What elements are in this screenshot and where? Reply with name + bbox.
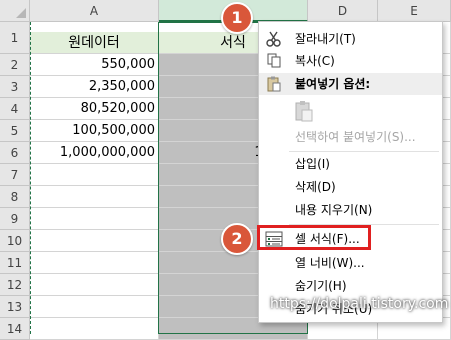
row-header[interactable]: 8 <box>0 186 30 208</box>
column-header-d[interactable]: D <box>308 0 378 22</box>
empty-cell[interactable] <box>30 274 159 296</box>
menu-item-column-width[interactable]: 열 너비(W)... <box>259 252 442 274</box>
menu-label-insert: 삽입(I) <box>295 157 330 171</box>
step-badge-2: 2 <box>221 223 253 255</box>
row-header[interactable]: 5 <box>0 120 30 142</box>
menu-label-delete: 삭제(D) <box>295 180 336 194</box>
menu-section-paste-options: 붙여넣기 옵션: <box>259 73 442 95</box>
menu-label-paste-options: 붙여넣기 옵션: <box>295 77 371 91</box>
empty-cell[interactable] <box>30 208 159 230</box>
format-cells-highlight-box <box>257 225 371 250</box>
cell-a5[interactable]: 100,500,000 <box>30 120 159 142</box>
watermark-text: https://dolpali.tistory.com <box>270 296 449 312</box>
empty-cell[interactable] <box>30 318 159 340</box>
row-header[interactable]: 13 <box>0 296 30 318</box>
row-header[interactable]: 4 <box>0 98 30 120</box>
empty-cell[interactable] <box>30 164 159 186</box>
step-badge-1: 1 <box>221 2 253 34</box>
clipboard-paste-icon <box>293 100 315 122</box>
context-menu: 잘라내기(T) 복사(C) 붙여넣기 옵션: 선택하여 붙여넣기(S)... 삽… <box>258 21 443 323</box>
empty-cell[interactable] <box>30 230 159 252</box>
menu-item-hide[interactable]: 숨기기(H) <box>259 275 442 297</box>
menu-label-copy: 복사(C) <box>295 54 335 68</box>
cell-a6[interactable]: 1,000,000,000 <box>30 142 159 164</box>
menu-label-paste-special: 선택하여 붙여넣기(S)... <box>295 130 416 144</box>
empty-cell[interactable] <box>30 186 159 208</box>
column-header-e[interactable]: E <box>378 0 451 22</box>
row-header[interactable]: 2 <box>0 54 30 76</box>
empty-cell[interactable] <box>30 252 159 274</box>
row-header[interactable]: 3 <box>0 76 30 98</box>
menu-item-delete[interactable]: 삭제(D) <box>259 176 442 198</box>
menu-item-insert[interactable]: 삽입(I) <box>259 153 442 175</box>
cell-a3[interactable]: 2,350,000 <box>30 76 159 98</box>
row-header[interactable]: 14 <box>0 318 30 340</box>
menu-item-cut[interactable]: 잘라내기(T) <box>259 28 442 50</box>
row-header[interactable]: 12 <box>0 274 30 296</box>
menu-item-paste-button[interactable] <box>259 98 442 124</box>
select-all-corner[interactable] <box>0 0 30 22</box>
column-header-a[interactable]: A <box>30 0 159 22</box>
menu-item-copy[interactable]: 복사(C) <box>259 50 442 72</box>
row-header[interactable]: 6 <box>0 142 30 164</box>
menu-label-hide: 숨기기(H) <box>295 279 347 293</box>
menu-item-paste-special[interactable]: 선택하여 붙여넣기(S)... <box>259 126 442 148</box>
menu-separator <box>289 151 439 152</box>
menu-label-column-width: 열 너비(W)... <box>295 256 365 270</box>
scissors-icon <box>265 31 283 47</box>
row-header[interactable]: 10 <box>0 230 30 252</box>
empty-cell[interactable] <box>30 296 159 318</box>
row-header[interactable]: 7 <box>0 164 30 186</box>
copy-icon <box>265 53 283 69</box>
row-header[interactable]: 11 <box>0 252 30 274</box>
cell-a4[interactable]: 80,520,000 <box>30 98 159 120</box>
menu-label-cut: 잘라내기(T) <box>295 32 356 46</box>
menu-label-clear-contents: 내용 지우기(N) <box>295 203 373 217</box>
menu-item-clear-contents[interactable]: 내용 지우기(N) <box>259 199 442 221</box>
cell-a1[interactable]: 원데이터 <box>30 32 159 54</box>
row-header[interactable]: 9 <box>0 208 30 230</box>
paste-icon <box>265 76 283 92</box>
cell-a2[interactable]: 550,000 <box>30 54 159 76</box>
row-header[interactable]: 1 <box>0 22 30 54</box>
